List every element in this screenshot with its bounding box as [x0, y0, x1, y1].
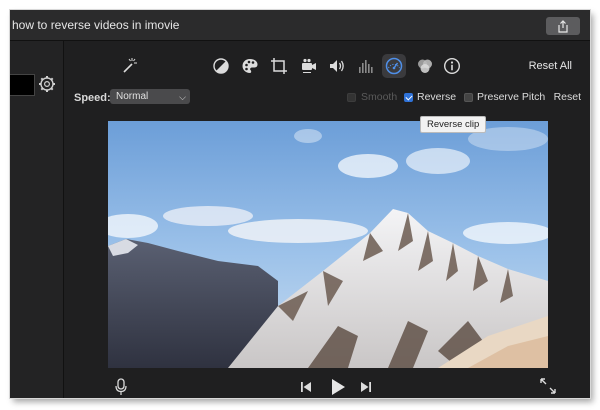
speed-gauge-icon[interactable] [385, 57, 403, 75]
microphone-icon[interactable] [114, 378, 128, 396]
color-swatch[interactable] [10, 74, 35, 96]
preserve-pitch-checkbox[interactable] [464, 93, 473, 102]
title-bar: how to reverse videos in imovie [10, 10, 590, 41]
color-palette-icon[interactable] [241, 57, 259, 75]
speed-selected-value: Normal [116, 91, 149, 102]
equalizer-icon[interactable] [357, 57, 375, 75]
color-balance-icon[interactable] [212, 57, 230, 75]
left-panel [10, 41, 64, 398]
window-title: how to reverse videos in imovie [12, 18, 180, 32]
fullscreen-icon[interactable] [540, 378, 556, 394]
volume-icon[interactable] [328, 57, 346, 75]
smooth-label: Smooth [361, 91, 398, 103]
speed-dropdown[interactable]: Normal ⌵ [110, 89, 190, 104]
video-frame-mountain [108, 121, 548, 368]
crop-icon[interactable] [270, 57, 288, 75]
smooth-checkbox [347, 93, 356, 102]
chevron-down-icon: ⌵ [179, 92, 186, 102]
share-button[interactable] [546, 17, 580, 35]
video-viewer[interactable] [108, 121, 548, 368]
reverse-checkbox[interactable] [404, 93, 413, 102]
magic-wand-icon[interactable] [120, 57, 138, 75]
skip-forward-icon[interactable] [359, 380, 373, 394]
main-area: Reset All Speed: Normal ⌵ Smooth Reverse… [64, 41, 590, 398]
reset-all-button[interactable]: Reset All [529, 60, 572, 72]
reverse-label[interactable]: Reverse [417, 91, 456, 103]
play-icon[interactable] [329, 378, 347, 396]
reverse-clip-tooltip: Reverse clip [420, 116, 487, 133]
imovie-window: how to reverse videos in imovie Reset Al… [10, 10, 590, 398]
stabilization-icon[interactable] [299, 57, 317, 75]
info-icon[interactable] [443, 57, 461, 75]
gear-icon[interactable] [38, 75, 56, 93]
reset-button[interactable]: Reset [554, 91, 581, 103]
share-icon [558, 19, 568, 33]
speed-label: Speed: [74, 92, 111, 104]
clip-filter-icon[interactable] [416, 57, 434, 75]
preserve-pitch-label[interactable]: Preserve Pitch [477, 91, 545, 103]
skip-back-icon[interactable] [299, 380, 313, 394]
